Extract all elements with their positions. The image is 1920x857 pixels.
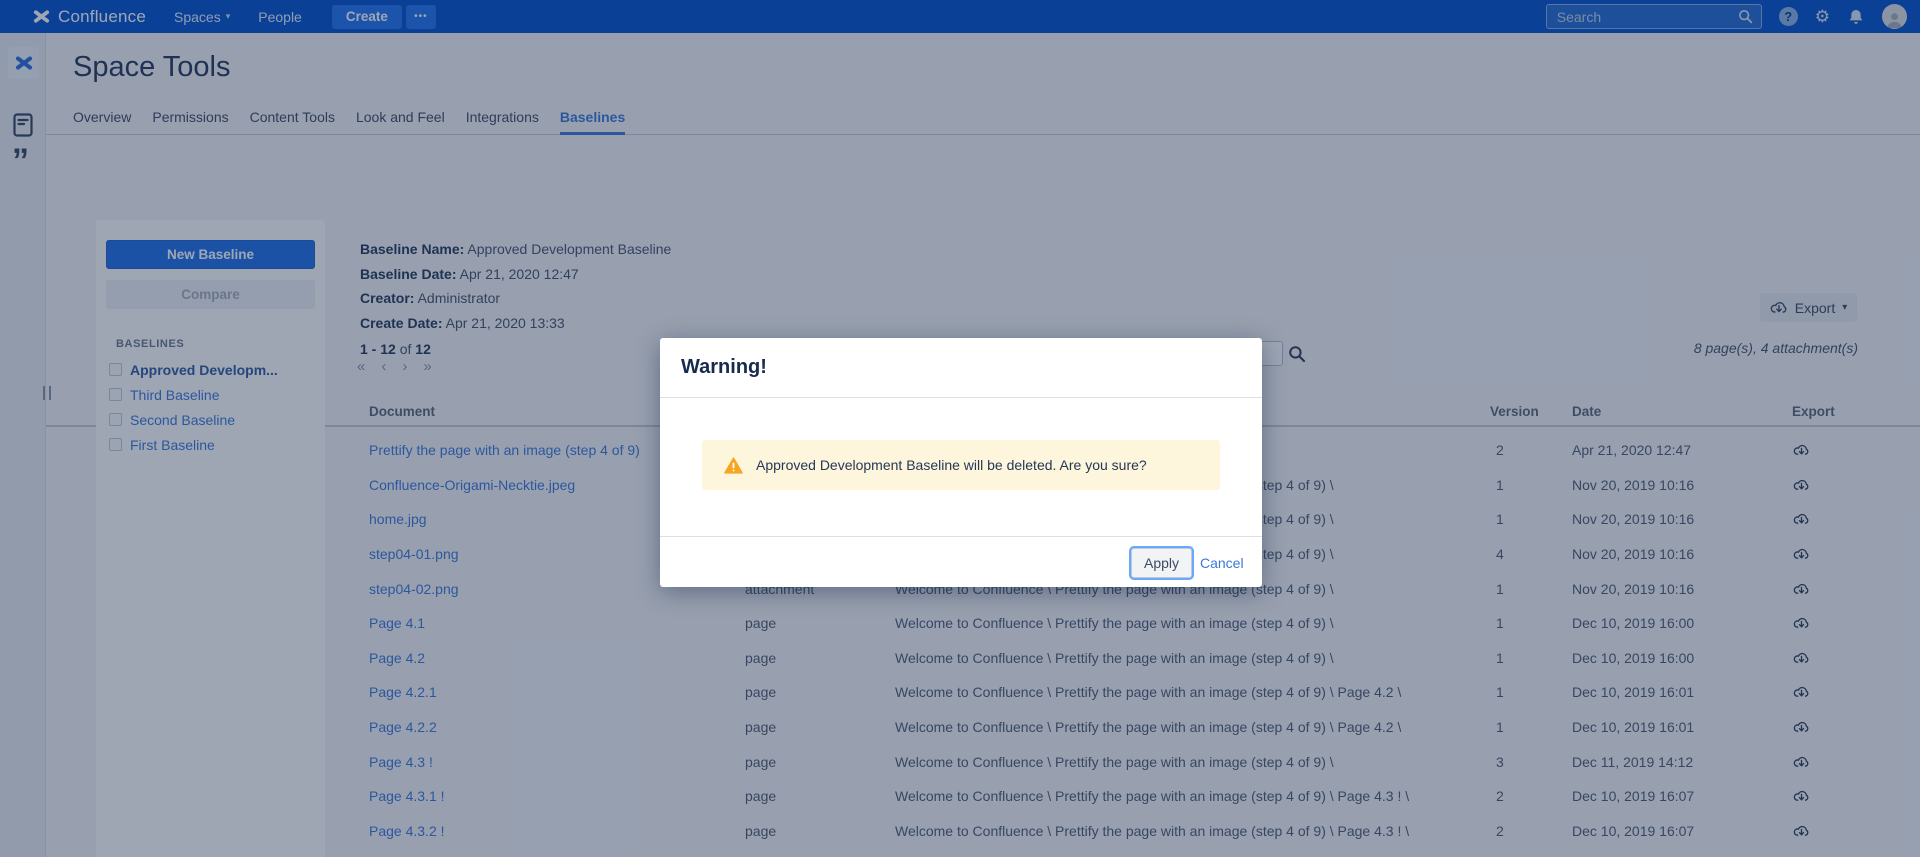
- apply-button[interactable]: Apply: [1131, 548, 1192, 578]
- warning-message: Approved Development Baseline will be de…: [756, 457, 1147, 473]
- dialog-header: Warning!: [660, 338, 1262, 398]
- dialog-title: Warning!: [681, 356, 767, 379]
- dialog-body: Approved Development Baseline will be de…: [660, 398, 1262, 536]
- warning-dialog: Warning! Approved Development Baseline w…: [660, 338, 1262, 587]
- confluence-app: Confluence Spaces ▾ People Create ••• ? …: [0, 0, 1920, 857]
- warning-alert: Approved Development Baseline will be de…: [702, 440, 1220, 490]
- warning-triangle-icon: [724, 457, 743, 474]
- cancel-button[interactable]: Cancel: [1200, 548, 1244, 578]
- dialog-footer: Apply Cancel: [660, 536, 1262, 586]
